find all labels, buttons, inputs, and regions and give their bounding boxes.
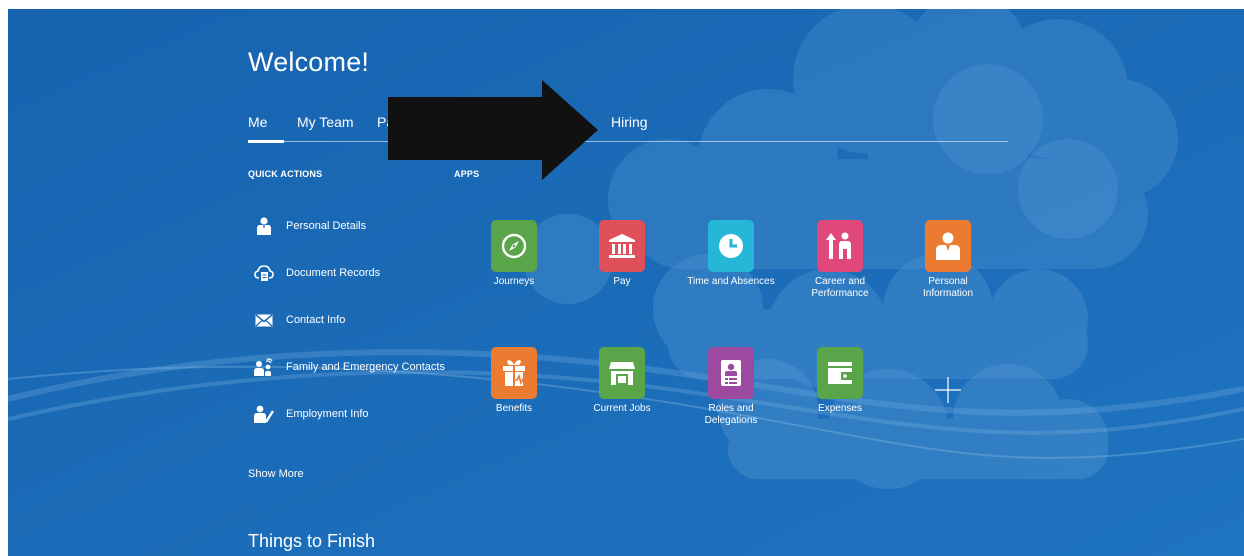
app-label: Time and Absences bbox=[687, 276, 775, 287]
app-label: Pay bbox=[613, 276, 631, 287]
home-page: Welcome! Me My Team Pa Hiring QUICK ACTI… bbox=[8, 9, 1244, 556]
app-expenses[interactable]: Expenses bbox=[795, 347, 885, 415]
tab-divider bbox=[248, 141, 1008, 142]
quick-action-employment-info[interactable]: Employment Info bbox=[254, 403, 369, 425]
wallet-icon bbox=[817, 347, 863, 399]
app-label: Personal Information bbox=[922, 276, 974, 299]
person-edit-icon bbox=[254, 404, 274, 424]
quick-action-personal-details[interactable]: Personal Details bbox=[254, 215, 366, 237]
show-more-link[interactable]: Show More bbox=[248, 468, 304, 480]
app-roles-and-delegations[interactable]: Roles and Delegations bbox=[686, 347, 776, 427]
person-icon bbox=[254, 216, 274, 236]
app-time-and-absences[interactable]: Time and Absences bbox=[686, 220, 776, 288]
things-to-finish-heading: Things to Finish bbox=[248, 531, 376, 551]
quick-action-family-emergency[interactable]: Family and Emergency Contacts bbox=[254, 356, 445, 378]
badge-icon bbox=[708, 347, 754, 399]
quick-action-label: Family and Emergency Contacts bbox=[286, 361, 445, 373]
gift-icon bbox=[491, 347, 537, 399]
store-icon bbox=[599, 347, 645, 399]
app-current-jobs[interactable]: Current Jobs bbox=[577, 347, 667, 415]
quick-action-label: Document Records bbox=[286, 267, 381, 279]
envelope-icon bbox=[254, 310, 274, 330]
tab-me[interactable]: Me bbox=[248, 114, 267, 130]
app-label: Journeys bbox=[493, 276, 535, 287]
quick-action-label: Contact Info bbox=[286, 314, 346, 326]
quick-action-label: Employment Info bbox=[286, 408, 369, 420]
tab-hiring[interactable]: Hiring bbox=[611, 114, 648, 130]
app-label: Roles and Delegations bbox=[704, 403, 758, 426]
app-career-and-performance[interactable]: Career and Performance bbox=[795, 220, 885, 300]
quick-action-document-records[interactable]: Document Records bbox=[254, 262, 380, 284]
plus-icon[interactable] bbox=[934, 376, 962, 404]
app-label: Current Jobs bbox=[593, 403, 651, 414]
app-pay[interactable]: Pay bbox=[577, 220, 667, 288]
app-personal-information[interactable]: Personal Information bbox=[903, 220, 993, 300]
apps-heading: APPS bbox=[454, 169, 480, 179]
app-benefits[interactable]: Benefits bbox=[469, 347, 559, 415]
welcome-title: Welcome! bbox=[248, 47, 370, 77]
quick-action-contact-info[interactable]: Contact Info bbox=[254, 309, 345, 331]
quick-actions-heading: QUICK ACTIONS bbox=[248, 169, 323, 179]
career-icon bbox=[817, 220, 863, 272]
family-icon bbox=[254, 357, 274, 377]
app-label: Expenses bbox=[818, 403, 862, 414]
document-cloud-icon bbox=[254, 263, 274, 283]
tab-my-team[interactable]: My Team bbox=[297, 114, 354, 130]
compass-icon bbox=[491, 220, 537, 272]
app-journeys[interactable]: Journeys bbox=[469, 220, 559, 288]
app-label: Benefits bbox=[495, 403, 533, 414]
annotation-arrow bbox=[388, 80, 598, 180]
person-icon bbox=[925, 220, 971, 272]
clock-icon bbox=[708, 220, 754, 272]
tab-active-indicator bbox=[248, 140, 284, 143]
app-label: Career and Performance bbox=[811, 276, 869, 299]
bank-icon bbox=[599, 220, 645, 272]
quick-action-label: Personal Details bbox=[286, 220, 367, 232]
